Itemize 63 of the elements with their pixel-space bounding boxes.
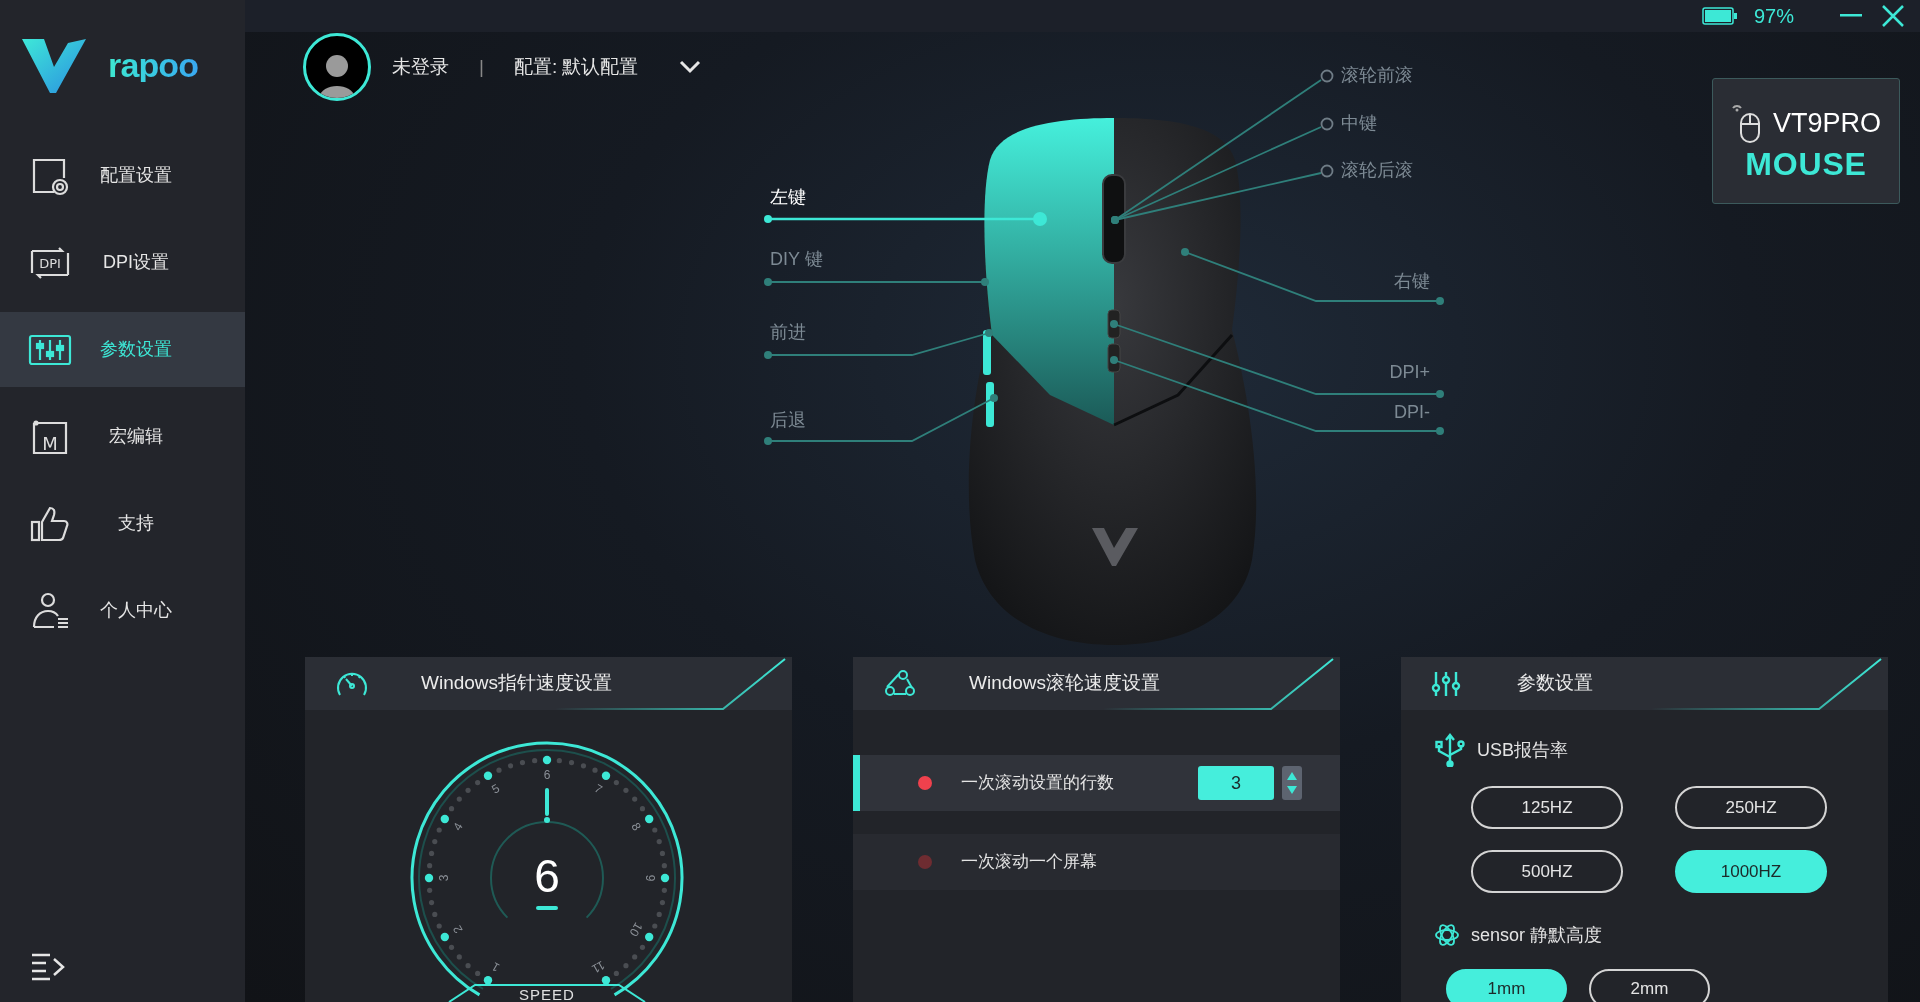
option-label: 一次滚动一个屏幕 [961, 851, 1097, 874]
sliders-icon [1431, 669, 1461, 698]
option-button[interactable]: 1mm [1446, 969, 1567, 1002]
button-label[interactable]: 后退 [770, 409, 806, 431]
sidebar-item[interactable]: 参数设置 [0, 312, 245, 387]
button-label[interactable]: 右键 [1394, 270, 1430, 292]
panel-title: 参数设置 [1517, 671, 1593, 696]
gauge-tick-label: 6 [543, 768, 551, 783]
gauge-tick-label: 9 [642, 874, 657, 882]
separator: | [479, 54, 484, 79]
sidebar-item[interactable]: M 宏编辑 [0, 399, 245, 474]
sidebar-item[interactable]: DPI DPI设置 [0, 225, 245, 300]
button-label[interactable]: 滚轮后滚 [1341, 159, 1413, 181]
gauge-tick-label: 11 [589, 957, 608, 977]
minimize-icon[interactable] [1840, 14, 1862, 18]
gauge-tick-label: 8 [628, 820, 644, 833]
sidebar-item[interactable]: 配置设置 [0, 138, 245, 213]
panel-title: Windows滚轮速度设置 [969, 671, 1161, 696]
option-button[interactable]: 250HZ [1675, 786, 1827, 829]
option-label: 一次滚动设置的行数 [961, 772, 1114, 795]
button-label[interactable]: 滚轮前滚 [1341, 64, 1413, 86]
gauge-value: 6 [534, 850, 560, 903]
chevron-down-icon[interactable] [678, 60, 701, 74]
button-label[interactable]: DPI+ [1389, 361, 1430, 383]
close-button[interactable] [1880, 3, 1906, 29]
gauge-tick-label: 10 [626, 920, 646, 939]
button-label[interactable]: 左键 [770, 186, 806, 208]
gauge-tick-label: 2 [450, 923, 466, 936]
battery-percentage: 97% [1753, 4, 1794, 29]
usb-icon [1435, 733, 1465, 767]
option-button[interactable]: 500HZ [1471, 850, 1623, 893]
option-button[interactable]: 2mm [1589, 969, 1710, 1002]
sidebar-item[interactable]: 支持 [0, 486, 245, 561]
section-label: USB报告率 [1477, 738, 1568, 762]
gauge-tick-label: 4 [450, 820, 466, 833]
button-label[interactable]: 中键 [1341, 112, 1377, 134]
option-button[interactable]: 1000HZ [1675, 850, 1827, 893]
device-type: MOUSE [1745, 148, 1867, 180]
pulley-icon [883, 668, 917, 699]
button-label[interactable]: DIY 键 [770, 248, 823, 270]
section-label: sensor 静默高度 [1471, 923, 1603, 947]
panel-title: Windows指针速度设置 [421, 671, 613, 696]
atom-icon [1435, 922, 1459, 948]
button-label[interactable]: 前进 [770, 321, 806, 343]
login-status[interactable]: 未登录 [392, 52, 449, 82]
menu-icon[interactable] [30, 952, 66, 982]
gauge-tick-label: 7 [592, 781, 605, 797]
option-button[interactable]: 125HZ [1471, 786, 1623, 829]
gauge-tick-label: 3 [437, 874, 452, 882]
button-label[interactable]: DPI- [1394, 401, 1430, 423]
gauge-tick-label: 5 [489, 781, 502, 797]
wireless-mouse-icon [1731, 102, 1763, 144]
scroll-option[interactable]: 一次滚动一个屏幕 [853, 834, 1340, 890]
scroll-option[interactable]: 一次滚动设置的行数 3 [853, 755, 1340, 811]
logo-v-icon [22, 37, 86, 93]
sidebar-item[interactable]: 个人中心 [0, 573, 245, 648]
gauge-tick-label: 1 [489, 959, 502, 975]
number-field[interactable]: 3 [1198, 766, 1274, 800]
device-model: VT9PRO [1773, 106, 1881, 140]
speed-label: SPEED [519, 985, 575, 1002]
value-underline [536, 906, 558, 910]
profile-name[interactable]: 配置: 默认配置 [513, 52, 639, 82]
battery-icon [1701, 7, 1738, 25]
